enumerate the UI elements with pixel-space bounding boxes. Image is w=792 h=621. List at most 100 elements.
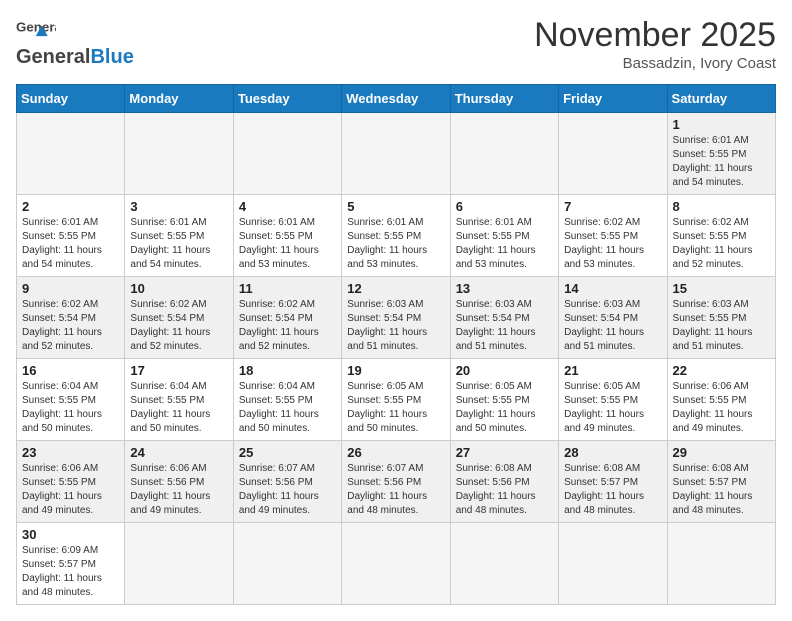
calendar-day-cell: 29Sunrise: 6:08 AM Sunset: 5:57 PM Dayli… [667, 441, 775, 523]
day-number: 6 [456, 199, 553, 214]
calendar-day-cell [450, 523, 558, 605]
day-info: Sunrise: 6:05 AM Sunset: 5:55 PM Dayligh… [564, 380, 661, 436]
day-info: Sunrise: 6:02 AM Sunset: 5:54 PM Dayligh… [239, 298, 336, 354]
calendar-week-row: 2Sunrise: 6:01 AM Sunset: 5:55 PM Daylig… [17, 195, 776, 277]
day-number: 10 [130, 281, 227, 296]
calendar-table: SundayMondayTuesdayWednesdayThursdayFrid… [16, 84, 776, 605]
calendar-day-cell [125, 113, 233, 195]
calendar-day-cell [559, 523, 667, 605]
calendar-day-cell [233, 523, 341, 605]
calendar-day-cell [342, 523, 450, 605]
day-of-week-header: Wednesday [342, 85, 450, 113]
logo-general: General [16, 46, 90, 69]
day-info: Sunrise: 6:08 AM Sunset: 5:57 PM Dayligh… [564, 462, 661, 518]
day-number: 7 [564, 199, 661, 214]
calendar-week-row: 1 Sunrise: 6:01 AM Sunset: 5:55 PM Daylig… [17, 113, 776, 195]
svg-text:General: General [16, 19, 56, 34]
calendar-day-cell: 19 Sunrise: 6:05 AM Sunset: 5:55 PM Dayli… [342, 359, 450, 441]
title-block: November 2025 Bassadzin, Ivory Coast [534, 16, 776, 72]
calendar-week-row: 23Sunrise: 6:06 AM Sunset: 5:55 PM Dayli… [17, 441, 776, 523]
day-number: 4 [239, 199, 336, 214]
calendar-day-cell: 5 Sunrise: 6:01 AM Sunset: 5:55 PM Daylig… [342, 195, 450, 277]
day-info: Sunrise: 6:04 AM Sunset: 5:55 PM Dayligh… [130, 380, 227, 436]
day-number: 1 [673, 117, 770, 132]
calendar-week-row: 30Sunrise: 6:09 AM Sunset: 5:57 PM Dayli… [17, 523, 776, 605]
calendar-day-cell [559, 113, 667, 195]
day-info: Sunrise: 6:02 AM Sunset: 5:54 PM Dayligh… [130, 298, 227, 354]
calendar-day-cell: 26 Sunrise: 6:07 AM Sunset: 5:56 PM Dayli… [342, 441, 450, 523]
day-info: Sunrise: 6:04 AM Sunset: 5:55 PM Dayligh… [22, 380, 119, 436]
calendar-day-cell: 18Sunrise: 6:04 AM Sunset: 5:55 PM Dayli… [233, 359, 341, 441]
day-number: 28 [564, 445, 661, 460]
calendar-day-cell: 17 Sunrise: 6:04 AM Sunset: 5:55 PM Dayli… [125, 359, 233, 441]
calendar-day-cell: 23Sunrise: 6:06 AM Sunset: 5:55 PM Dayli… [17, 441, 125, 523]
calendar-day-cell [667, 523, 775, 605]
day-info: Sunrise: 6:06 AM Sunset: 5:55 PM Dayligh… [673, 380, 770, 436]
calendar-day-cell: 24Sunrise: 6:06 AM Sunset: 5:56 PM Dayli… [125, 441, 233, 523]
calendar-day-cell [17, 113, 125, 195]
calendar-header-row: SundayMondayTuesdayWednesdayThursdayFrid… [17, 85, 776, 113]
location-title: Bassadzin, Ivory Coast [534, 55, 776, 72]
calendar-day-cell: 4Sunrise: 6:01 AM Sunset: 5:55 PM Daylig… [233, 195, 341, 277]
day-info: Sunrise: 6:06 AM Sunset: 5:56 PM Dayligh… [130, 462, 227, 518]
day-number: 21 [564, 363, 661, 378]
day-info: Sunrise: 6:02 AM Sunset: 5:55 PM Dayligh… [673, 216, 770, 272]
day-number: 27 [456, 445, 553, 460]
day-info: Sunrise: 6:07 AM Sunset: 5:56 PM Dayligh… [347, 462, 444, 518]
calendar-day-cell: 28 Sunrise: 6:08 AM Sunset: 5:57 PM Dayli… [559, 441, 667, 523]
calendar-day-cell: 2Sunrise: 6:01 AM Sunset: 5:55 PM Daylig… [17, 195, 125, 277]
calendar-day-cell: 8Sunrise: 6:02 AM Sunset: 5:55 PM Daylig… [667, 195, 775, 277]
day-info: Sunrise: 6:02 AM Sunset: 5:55 PM Dayligh… [564, 216, 661, 272]
day-number: 26 [347, 445, 444, 460]
day-number: 5 [347, 199, 444, 214]
day-number: 9 [22, 281, 119, 296]
day-info: Sunrise: 6:07 AM Sunset: 5:56 PM Dayligh… [239, 462, 336, 518]
calendar-day-cell: 3Sunrise: 6:01 AM Sunset: 5:55 PM Daylig… [125, 195, 233, 277]
calendar-day-cell: 22Sunrise: 6:06 AM Sunset: 5:55 PM Dayli… [667, 359, 775, 441]
calendar-day-cell [233, 113, 341, 195]
calendar-day-cell: 10 Sunrise: 6:02 AM Sunset: 5:54 PM Dayli… [125, 277, 233, 359]
day-info: Sunrise: 6:01 AM Sunset: 5:55 PM Dayligh… [673, 134, 770, 190]
day-of-week-header: Friday [559, 85, 667, 113]
day-number: 25 [239, 445, 336, 460]
logo-blue: Blue [90, 46, 133, 69]
day-info: Sunrise: 6:08 AM Sunset: 5:56 PM Dayligh… [456, 462, 553, 518]
day-info: Sunrise: 6:05 AM Sunset: 5:55 PM Dayligh… [456, 380, 553, 436]
calendar-day-cell: 7 Sunrise: 6:02 AM Sunset: 5:55 PM Daylig… [559, 195, 667, 277]
logo-icon: General [16, 16, 56, 44]
day-number: 13 [456, 281, 553, 296]
day-number: 23 [22, 445, 119, 460]
day-info: Sunrise: 6:05 AM Sunset: 5:55 PM Dayligh… [347, 380, 444, 436]
calendar-day-cell: 14 Sunrise: 6:03 AM Sunset: 5:54 PM Dayli… [559, 277, 667, 359]
calendar-day-cell: 1 Sunrise: 6:01 AM Sunset: 5:55 PM Daylig… [667, 113, 775, 195]
day-number: 3 [130, 199, 227, 214]
calendar-day-cell: 6 Sunrise: 6:01 AM Sunset: 5:55 PM Daylig… [450, 195, 558, 277]
day-info: Sunrise: 6:03 AM Sunset: 5:54 PM Dayligh… [564, 298, 661, 354]
day-of-week-header: Saturday [667, 85, 775, 113]
day-number: 20 [456, 363, 553, 378]
day-info: Sunrise: 6:01 AM Sunset: 5:55 PM Dayligh… [456, 216, 553, 272]
calendar-week-row: 9 Sunrise: 6:02 AM Sunset: 5:54 PM Daylig… [17, 277, 776, 359]
calendar-day-cell: 15Sunrise: 6:03 AM Sunset: 5:55 PM Dayli… [667, 277, 775, 359]
calendar-day-cell: 12 Sunrise: 6:03 AM Sunset: 5:54 PM Dayli… [342, 277, 450, 359]
calendar-day-cell: 27 Sunrise: 6:08 AM Sunset: 5:56 PM Dayli… [450, 441, 558, 523]
calendar-day-cell: 25 Sunrise: 6:07 AM Sunset: 5:56 PM Dayli… [233, 441, 341, 523]
calendar-day-cell [125, 523, 233, 605]
day-info: Sunrise: 6:03 AM Sunset: 5:54 PM Dayligh… [456, 298, 553, 354]
day-info: Sunrise: 6:08 AM Sunset: 5:57 PM Dayligh… [673, 462, 770, 518]
day-number: 18 [239, 363, 336, 378]
calendar-day-cell [342, 113, 450, 195]
day-number: 17 [130, 363, 227, 378]
day-info: Sunrise: 6:03 AM Sunset: 5:55 PM Dayligh… [673, 298, 770, 354]
day-info: Sunrise: 6:01 AM Sunset: 5:55 PM Dayligh… [347, 216, 444, 272]
day-number: 12 [347, 281, 444, 296]
day-info: Sunrise: 6:09 AM Sunset: 5:57 PM Dayligh… [22, 544, 119, 600]
day-of-week-header: Thursday [450, 85, 558, 113]
calendar-week-row: 16 Sunrise: 6:04 AM Sunset: 5:55 PM Dayli… [17, 359, 776, 441]
day-number: 19 [347, 363, 444, 378]
calendar-day-cell: 20 Sunrise: 6:05 AM Sunset: 5:55 PM Dayli… [450, 359, 558, 441]
day-number: 14 [564, 281, 661, 296]
day-info: Sunrise: 6:03 AM Sunset: 5:54 PM Dayligh… [347, 298, 444, 354]
day-of-week-header: Monday [125, 85, 233, 113]
day-number: 16 [22, 363, 119, 378]
